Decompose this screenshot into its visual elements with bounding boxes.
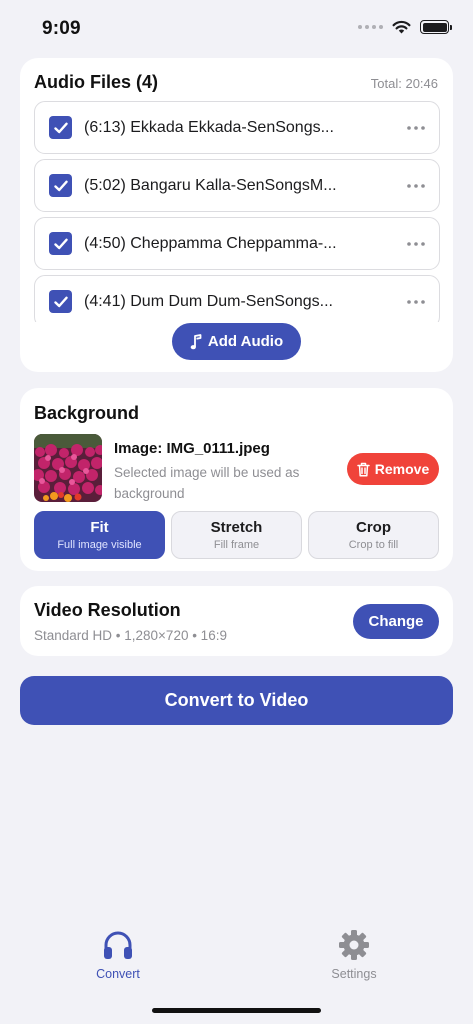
status-icons xyxy=(358,20,452,34)
remove-label: Remove xyxy=(374,461,430,477)
crop-mode-subtitle: Crop to fill xyxy=(348,539,399,551)
signal-dots-icon xyxy=(358,25,383,29)
audio-track-row[interactable]: (6:13) Ekkada Ekkada-SenSongs... xyxy=(34,101,440,154)
battery-icon xyxy=(420,20,452,34)
gear-icon xyxy=(339,930,369,960)
change-resolution-button[interactable]: Change xyxy=(353,604,439,639)
image-hint: Selected image will be used as backgroun… xyxy=(114,465,300,501)
checkmark-icon xyxy=(53,296,68,307)
audio-files-title: Audio Files (4) xyxy=(34,72,159,92)
stretch-mode-label: Stretch xyxy=(210,519,263,536)
stretch-mode-subtitle: Fill frame xyxy=(213,539,260,551)
track-checkbox[interactable] xyxy=(49,232,72,255)
track-checkbox[interactable] xyxy=(49,174,72,197)
status-bar: 9:09 xyxy=(0,0,473,56)
more-options-icon[interactable] xyxy=(391,118,425,138)
audio-track-row[interactable]: (4:41) Dum Dum Dum-SenSongs... xyxy=(34,275,440,322)
checkmark-icon xyxy=(53,180,68,191)
add-audio-button[interactable]: Add Audio xyxy=(172,323,301,360)
video-resolution-title: Video Resolution xyxy=(34,600,181,620)
fit-mode-label: Fit xyxy=(90,519,109,536)
stretch-mode-button[interactable]: Stretch Fill frame xyxy=(171,511,302,559)
tab-convert-label: Convert xyxy=(96,967,140,981)
track-title: (4:41) Dum Dum Dum-SenSongs... xyxy=(84,292,333,310)
more-options-icon[interactable] xyxy=(391,292,425,312)
music-note-icon xyxy=(190,333,202,349)
track-checkbox[interactable] xyxy=(49,290,72,313)
more-options-icon[interactable] xyxy=(391,176,425,196)
checkmark-icon xyxy=(53,122,68,133)
tab-settings-label: Settings xyxy=(331,967,377,981)
resolution-details: Standard HD • 1,280×720 • 16:9 xyxy=(34,628,227,643)
track-title: (4:50) Cheppamma Cheppamma-... xyxy=(84,234,337,252)
tab-convert[interactable]: Convert xyxy=(58,928,178,981)
audio-files-card: Audio Files (4) Total: 20:46 (6:13) Ekka… xyxy=(20,58,453,372)
status-time: 9:09 xyxy=(42,18,81,39)
total-duration: Total: 20:46 xyxy=(370,76,438,91)
headphones-icon xyxy=(104,931,132,959)
wifi-icon xyxy=(392,20,411,34)
tab-settings[interactable]: Settings xyxy=(294,928,414,981)
fit-mode-button[interactable]: Fit Full image visible xyxy=(34,511,165,559)
background-image-thumbnail[interactable] xyxy=(34,434,102,502)
audio-list[interactable]: (6:13) Ekkada Ekkada-SenSongs... (5:02) … xyxy=(34,101,440,322)
video-resolution-card: Video Resolution Standard HD • 1,280×720… xyxy=(20,586,453,656)
convert-to-video-button[interactable]: Convert to Video xyxy=(20,676,453,725)
home-indicator[interactable] xyxy=(152,1008,321,1013)
trash-icon xyxy=(357,462,370,477)
crop-mode-label: Crop xyxy=(356,519,391,536)
background-card: Background Image: IMG_0111.jpeg Selected… xyxy=(20,388,453,571)
image-file-name: Image: IMG_0111.jpeg xyxy=(114,440,270,457)
crop-mode-button[interactable]: Crop Crop to fill xyxy=(308,511,439,559)
more-options-icon[interactable] xyxy=(391,234,425,254)
checkmark-icon xyxy=(53,238,68,249)
add-audio-label: Add Audio xyxy=(207,333,284,350)
track-title: (6:13) Ekkada Ekkada-SenSongs... xyxy=(84,118,334,136)
audio-track-row[interactable]: (4:50) Cheppamma Cheppamma-... xyxy=(34,217,440,270)
track-checkbox[interactable] xyxy=(49,116,72,139)
fit-mode-subtitle: Full image visible xyxy=(57,539,142,551)
remove-image-button[interactable]: Remove xyxy=(347,453,439,485)
track-title: (5:02) Bangaru Kalla-SenSongsM... xyxy=(84,176,337,194)
audio-track-row[interactable]: (5:02) Bangaru Kalla-SenSongsM... xyxy=(34,159,440,212)
background-title: Background xyxy=(34,403,140,423)
